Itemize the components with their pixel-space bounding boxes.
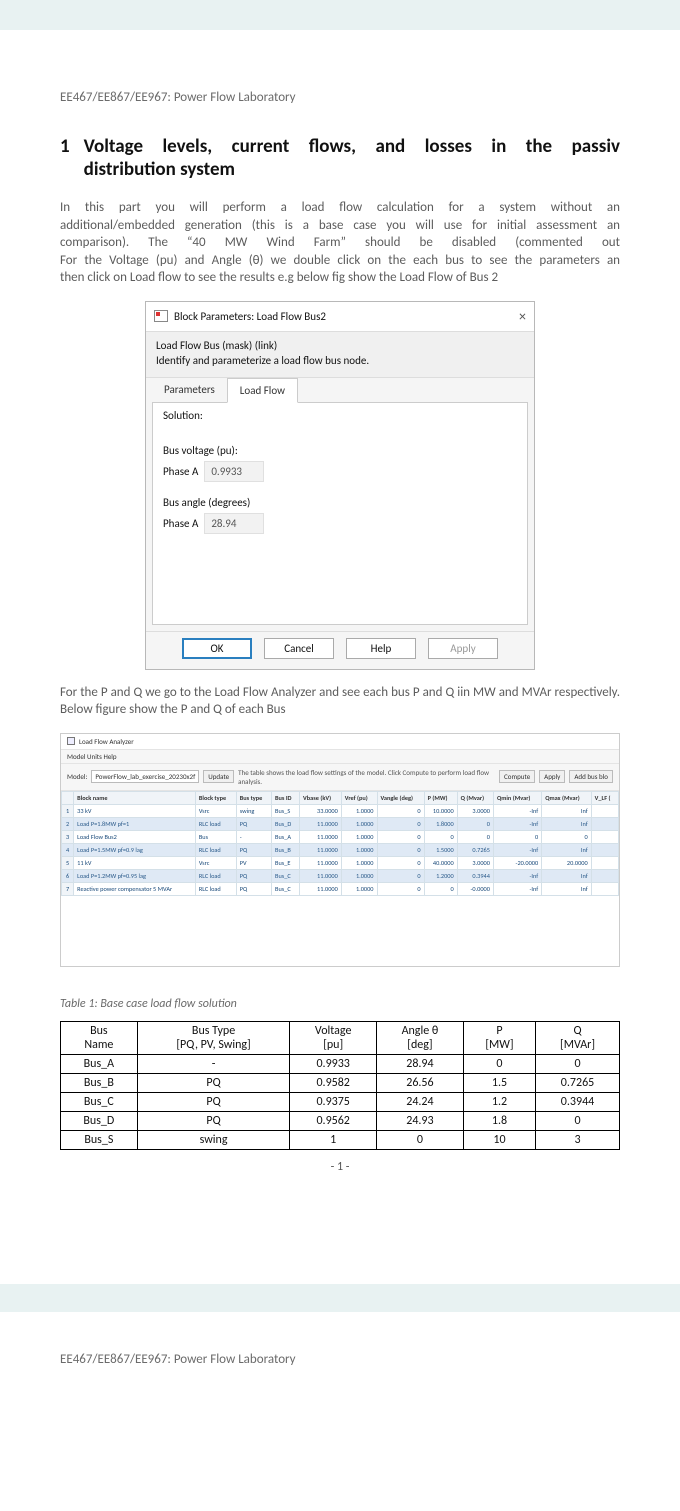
- analyzer-row[interactable]: 3Load Flow Bus2Bus-Bus_A11.00001.0000000…: [62, 830, 619, 843]
- section-title-line1: Voltage levels, current flows, and losse…: [84, 135, 620, 158]
- add-bus-button[interactable]: Add bus blo: [569, 770, 613, 783]
- table1-caption: Table 1: Base case load flow solution: [60, 997, 620, 1011]
- analyzer-menu[interactable]: Model Units Help: [61, 750, 619, 764]
- page-number: - 1 -: [60, 1160, 620, 1174]
- page: EE467/EE867/EE967: Power Flow Laboratory…: [0, 30, 680, 1204]
- compute-button[interactable]: Compute: [499, 770, 535, 783]
- section-heading: 1 Voltage levels, current flows, and los…: [60, 135, 620, 181]
- analyzer-col-header: Qmin (Mvar): [493, 791, 541, 804]
- analyzer-row[interactable]: 133 kVVsrcswingBus_S33.00001.0000010.000…: [62, 804, 619, 817]
- update-button[interactable]: Update: [203, 770, 234, 783]
- table-row: Bus_Sswing10103: [61, 1130, 620, 1149]
- tab-parameters[interactable]: Parameters: [152, 378, 227, 402]
- table-row: Bus_CPQ0.937524.241.20.3944: [61, 1092, 620, 1111]
- analyzer-row[interactable]: 511 kVVsrcPVBus_E11.00001.0000040.00003.…: [62, 856, 619, 869]
- analyzer-col-header: Q (Mvar): [457, 791, 493, 804]
- analyzer-table: Block nameBlock typeBus typeBus IDVbase …: [61, 791, 619, 896]
- footer-running-head: EE467/EE867/EE967: Power Flow Laboratory: [0, 1312, 680, 1407]
- close-icon[interactable]: ×: [519, 308, 526, 325]
- block-parameters-dialog: Block Parameters: Load Flow Bus2 × Load …: [145, 301, 535, 670]
- analyzer-col-header: Bus ID: [272, 791, 300, 804]
- cancel-button[interactable]: Cancel: [264, 638, 334, 659]
- load-flow-analyzer: Load Flow Analyzer Model Units Help Mode…: [60, 733, 620, 967]
- help-button[interactable]: Help: [346, 638, 416, 659]
- analyzer-col-header: [62, 791, 74, 804]
- analyzer-apply-button[interactable]: Apply: [539, 770, 565, 783]
- analyzer-row[interactable]: 2Load P=1.8MW pf=1RLC loadPQBus_D11.0000…: [62, 817, 619, 830]
- analyzer-col-header: P (MW): [424, 791, 457, 804]
- bus-angle-value: 28.94: [204, 513, 264, 534]
- phase-a-label-angle: Phase A: [163, 517, 198, 530]
- bottom-band: [0, 1284, 680, 1312]
- section-title-line2: distribution system: [84, 158, 620, 181]
- analyzer-col-header: Block type: [195, 791, 236, 804]
- running-head: EE467/EE867/EE967: Power Flow Laboratory: [60, 90, 620, 105]
- bus-voltage-value: 0.9933: [204, 461, 264, 482]
- apply-button[interactable]: Apply: [428, 638, 498, 659]
- section-number: 1: [60, 135, 70, 181]
- bus-angle-label: Bus angle (degrees): [163, 496, 517, 509]
- tab-load-flow[interactable]: Load Flow: [227, 378, 298, 403]
- dialog-mask-line: Load Flow Bus (mask) (link): [156, 338, 524, 353]
- solution-label: Solution:: [163, 409, 517, 422]
- dialog-icon: [154, 310, 168, 322]
- ok-button[interactable]: OK: [182, 638, 252, 659]
- analyzer-col-header: Vref (pu): [341, 791, 377, 804]
- bus-voltage-label: Bus voltage (pu):: [163, 444, 517, 457]
- analyzer-icon: [67, 737, 75, 745]
- model-label: Model:: [67, 772, 87, 781]
- dialog-title: Block Parameters: Load Flow Bus2: [174, 310, 326, 323]
- analyzer-row[interactable]: 4Load P=1.5MW pf=0.9 lagRLC loadPQBus_B1…: [62, 843, 619, 856]
- analyzer-message: The table shows the load flow settings o…: [238, 768, 495, 786]
- dialog-desc: Identify and parameterize a load flow bu…: [156, 353, 524, 368]
- analyzer-row[interactable]: 7Reactive power compensator 5 MVArRLC lo…: [62, 882, 619, 895]
- analyzer-row[interactable]: 6Load P=1.2MW pf=0.95 lagRLC loadPQBus_C…: [62, 869, 619, 882]
- analyzer-col-header: Bus type: [236, 791, 271, 804]
- analyzer-col-header: Qmax (Mvar): [542, 791, 591, 804]
- table-row: Bus_DPQ0.956224.931.80: [61, 1111, 620, 1130]
- results-table: BusName Bus Type[PQ, PV, Swing] Voltage[…: [60, 1021, 620, 1150]
- phase-a-label-voltage: Phase A: [163, 465, 198, 478]
- top-band: [0, 0, 680, 30]
- analyzer-col-header: Vbase (kV): [300, 791, 342, 804]
- model-name-field[interactable]: PowerFlow_lab_exercise_20230x2f: [91, 770, 199, 783]
- table-row: Bus_BPQ0.958226.561.50.7265: [61, 1073, 620, 1092]
- analyzer-title: Load Flow Analyzer: [79, 737, 134, 746]
- analyzer-intro-paragraph: For the P and Q we go to the Load Flow A…: [60, 684, 620, 719]
- intro-paragraph: In this part you will perform a load flo…: [60, 199, 620, 287]
- analyzer-col-header: Block name: [74, 791, 196, 804]
- table-row: Bus_A-0.993328.9400: [61, 1054, 620, 1073]
- analyzer-col-header: Vangle (deg): [377, 791, 424, 804]
- analyzer-col-header: V_LF (: [591, 791, 618, 804]
